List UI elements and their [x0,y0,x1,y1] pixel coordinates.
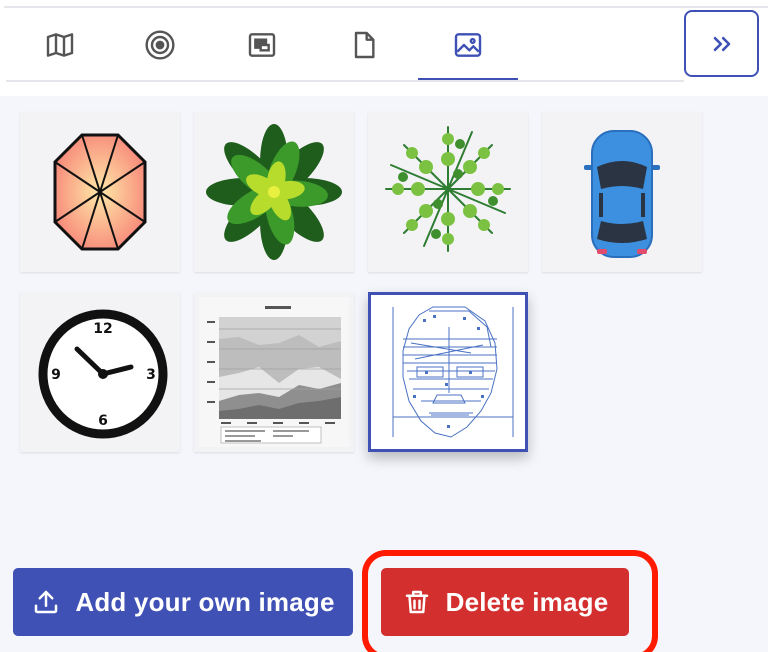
tab-map[interactable] [10,10,110,80]
plant-image [206,124,342,260]
delete-button-highlight [362,550,658,652]
tab-target[interactable] [110,10,210,80]
document-icon [354,31,375,59]
tabs-divider [6,80,684,82]
map-icon [46,33,74,57]
tab-bar [6,10,684,82]
gallery-item-chart[interactable] [194,292,354,452]
gallery-item-plant[interactable] [194,112,354,272]
gallery-item-fern[interactable] [368,112,528,272]
clock-label-6: 6 [98,413,108,429]
gallery-item-face-selected[interactable] [368,292,528,452]
expand-panel-button[interactable] [684,10,759,77]
image-gallery-panel: 12 3 6 9 Add your own image Delete image [0,96,768,652]
top-toolbar [0,0,768,96]
area-chart-image [199,297,349,447]
add-image-button[interactable]: Add your own image [13,568,353,636]
octagon-image [53,133,147,251]
car-image [584,130,660,258]
tab-picture-in-picture[interactable] [212,10,312,80]
image-icon [454,33,482,57]
face-wireframe-image [392,306,514,438]
clock-image: 12 3 6 9 [38,309,168,439]
gallery-item-octagon[interactable] [20,112,180,272]
add-image-label: Add your own image [75,586,335,617]
chevrons-right-icon [713,36,730,51]
tab-document[interactable] [314,10,414,80]
upload-icon [35,590,58,614]
top-border [4,6,768,8]
target-icon [145,30,175,60]
clock-label-12: 12 [93,321,112,337]
fern-image [385,126,511,252]
gallery-item-clock[interactable]: 12 3 6 9 [20,292,180,452]
clock-label-9: 9 [51,367,61,383]
gallery-item-car[interactable] [542,112,702,272]
picture-in-picture-icon [248,33,276,57]
clock-label-3: 3 [146,367,156,383]
tab-image[interactable] [418,10,518,82]
